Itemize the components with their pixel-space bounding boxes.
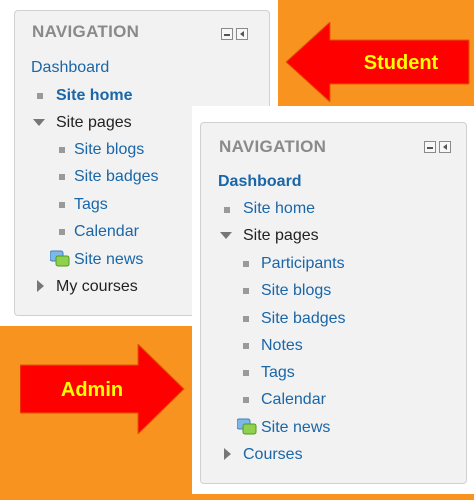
student-nav-dashboard[interactable]: Dashboard bbox=[31, 58, 109, 78]
admin-nav-participants[interactable]: Participants bbox=[261, 254, 345, 274]
admin-nav-tags[interactable]: Tags bbox=[261, 363, 295, 383]
bullet-icon bbox=[243, 397, 249, 403]
student-nav-site-blogs[interactable]: Site blogs bbox=[74, 140, 144, 160]
collapsed-triangle-icon[interactable] bbox=[37, 280, 44, 292]
student-nav-my-courses[interactable]: My courses bbox=[56, 277, 138, 297]
admin-nav-notes[interactable]: Notes bbox=[261, 336, 303, 356]
student-nav-site-pages[interactable]: Site pages bbox=[56, 113, 132, 133]
admin-nav-site-news[interactable]: Site news bbox=[261, 418, 330, 438]
student-nav-site-news[interactable]: Site news bbox=[74, 250, 143, 270]
admin-nav-site-blogs[interactable]: Site blogs bbox=[261, 281, 331, 301]
dock-icon[interactable] bbox=[236, 28, 248, 40]
dock-icon[interactable] bbox=[439, 141, 451, 153]
student-navigation-title: NAVIGATION bbox=[32, 22, 140, 41]
expanded-triangle-icon[interactable] bbox=[33, 119, 45, 126]
student-block-controls bbox=[221, 28, 248, 40]
forum-icon bbox=[237, 418, 257, 435]
admin-arrow: Admin bbox=[20, 344, 185, 434]
student-nav-tags[interactable]: Tags bbox=[74, 195, 108, 215]
student-arrow: Student bbox=[286, 22, 470, 102]
student-label: Student bbox=[364, 52, 439, 74]
admin-nav-courses[interactable]: Courses bbox=[243, 445, 303, 465]
admin-block-controls bbox=[424, 141, 451, 153]
bullet-icon bbox=[243, 288, 249, 294]
admin-nav-site-home[interactable]: Site home bbox=[243, 199, 315, 219]
bullet-icon bbox=[59, 202, 65, 208]
bullet-icon bbox=[243, 316, 249, 322]
bullet-icon bbox=[59, 147, 65, 153]
admin-navigation-title: NAVIGATION bbox=[219, 137, 327, 156]
bullet-icon bbox=[243, 343, 249, 349]
expanded-triangle-icon[interactable] bbox=[220, 232, 232, 239]
admin-nav-site-badges[interactable]: Site badges bbox=[261, 309, 346, 329]
student-nav-calendar[interactable]: Calendar bbox=[74, 222, 139, 242]
admin-nav-calendar[interactable]: Calendar bbox=[261, 390, 326, 410]
student-nav-site-badges[interactable]: Site badges bbox=[74, 167, 159, 187]
admin-nav-site-pages[interactable]: Site pages bbox=[243, 226, 319, 246]
forum-icon bbox=[50, 250, 70, 267]
admin-nav-dashboard[interactable]: Dashboard bbox=[218, 172, 302, 192]
bullet-icon bbox=[59, 229, 65, 235]
bullet-icon bbox=[224, 207, 230, 213]
bullet-icon bbox=[243, 261, 249, 267]
minimize-icon[interactable] bbox=[424, 141, 436, 153]
admin-label: Admin bbox=[61, 379, 123, 401]
minimize-icon[interactable] bbox=[221, 28, 233, 40]
student-nav-site-home[interactable]: Site home bbox=[56, 86, 132, 106]
bullet-icon bbox=[59, 174, 65, 180]
bullet-icon bbox=[243, 370, 249, 376]
collapsed-triangle-icon[interactable] bbox=[224, 448, 231, 460]
bullet-icon bbox=[37, 93, 43, 99]
